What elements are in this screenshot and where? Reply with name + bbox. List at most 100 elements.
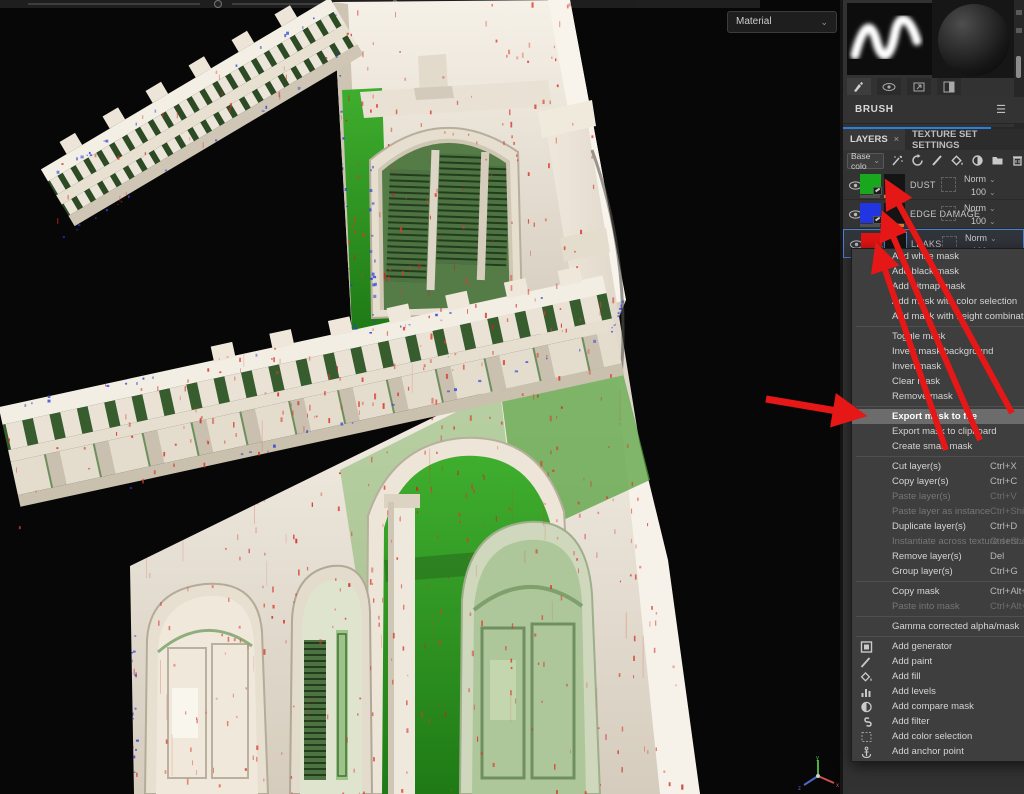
layer-row-dust[interactable]: DUST Norm ⌄ 100 ⌄ <box>843 171 1024 200</box>
menu-item-export-mask-to-file[interactable]: Export mask to file <box>852 409 1024 424</box>
material-mode-dropdown[interactable]: Material ⌄ <box>727 11 837 33</box>
material-preview[interactable] <box>932 0 1016 78</box>
dock-mark <box>1016 28 1022 33</box>
channel-filter-dropdown[interactable]: Base colo ⌄ <box>847 150 884 171</box>
menu-item-paste-layer-s: Paste layer(s) Ctrl+V <box>852 489 1024 504</box>
brush-section-title: BRUSH <box>855 104 894 115</box>
menu-item-export-mask-to-clipboard[interactable]: Export mask to clipboard <box>852 424 1024 439</box>
menu-item-shortcut: Del <box>990 551 1005 562</box>
menu-item-add-fill[interactable]: Add fill <box>852 669 1024 684</box>
menu-item-add-generator[interactable]: Add generator <box>852 639 1024 654</box>
menu-item-remove-mask[interactable]: Remove mask <box>852 389 1024 404</box>
menu-item-label: Add generator <box>892 641 953 652</box>
menu-item-create-smart-mask[interactable]: Create smart mask <box>852 439 1024 454</box>
chevron-down-icon: ⌄ <box>873 156 880 165</box>
material-sphere <box>938 4 1010 76</box>
menu-item-gamma-corrected-alpha-mask[interactable]: Gamma corrected alpha/mask <box>852 619 1024 634</box>
channel-bar <box>860 224 880 227</box>
menu-item-label: Export mask to clipboard <box>892 426 997 437</box>
add-fill-layer-icon[interactable] <box>951 154 964 167</box>
menu-item-copy-mask[interactable]: Copy mask Ctrl+Alt+C <box>852 584 1024 599</box>
layer-color-thumbnail[interactable] <box>860 203 882 224</box>
menu-item-paste-layer-as-instance: Paste layer as instanceCtrl+Shift+V <box>852 504 1024 519</box>
menu-item-duplicate-layer-s[interactable]: Duplicate layer(s) Ctrl+D <box>852 519 1024 534</box>
menu-item-add-filter[interactable]: Add filter <box>852 714 1024 729</box>
color-selection-icon <box>861 731 872 742</box>
viewport-3d[interactable]: Material ⌄ x y z <box>0 0 843 794</box>
facade-render <box>0 0 760 794</box>
navigation-gizmo[interactable]: x y z <box>796 756 842 792</box>
tab-layers[interactable]: LAYERS × <box>843 129 907 150</box>
layer-mask-thumbnail[interactable] <box>884 203 905 223</box>
menu-item-label: Remove layer(s) <box>892 551 962 562</box>
menu-item-remove-layer-s[interactable]: Remove layer(s) Del <box>852 549 1024 564</box>
tab-texture-set-settings[interactable]: TEXTURE SET SETTINGS <box>905 129 1024 151</box>
menu-item-clear-mask[interactable]: Clear mask <box>852 374 1024 389</box>
layer-color-thumbnail[interactable] <box>860 174 882 195</box>
fill-badge-icon <box>873 216 882 224</box>
menu-item-label: Gamma corrected alpha/mask <box>892 621 1020 632</box>
layer-mask-thumbnail[interactable] <box>884 174 905 194</box>
menu-item-shortcut: Ctrl+D <box>990 521 1018 532</box>
menu-item-add-color-selection[interactable]: Add color selection <box>852 729 1024 744</box>
cornice-top <box>40 0 364 227</box>
menu-item-add-paint[interactable]: Add paint <box>852 654 1024 669</box>
menu-item-add-bitmap-mask[interactable]: Add bitmap mask <box>852 279 1024 294</box>
add-smart-mask-icon[interactable] <box>971 154 984 167</box>
brush-section-header[interactable]: BRUSH ☰ <box>843 97 1024 124</box>
menu-item-add-black-mask[interactable]: Add black mask <box>852 264 1024 279</box>
paint-icon <box>860 656 871 668</box>
menu-item-toggle-mask[interactable]: Toggle mask <box>852 329 1024 344</box>
menu-item-label: Paste layer(s) <box>892 491 951 502</box>
menu-item-shortcut: Ctrl+Shift+I <box>990 536 1024 547</box>
menu-item-add-white-mask[interactable]: Add white mask <box>852 249 1024 264</box>
scrollbar-handle[interactable] <box>1016 56 1021 78</box>
add-effect-icon[interactable] <box>891 154 904 167</box>
menu-item-shortcut: Ctrl+X <box>990 461 1017 472</box>
tab-stencil[interactable] <box>907 78 931 95</box>
menu-item-label: Add anchor point <box>892 746 964 757</box>
section-menu-icon[interactable]: ☰ <box>996 103 1006 116</box>
menu-item-add-anchor-point[interactable]: Add anchor point <box>852 744 1024 759</box>
menu-item-label: Paste into mask <box>892 601 960 612</box>
fill-badge-icon <box>873 187 882 195</box>
tab-alpha[interactable] <box>877 78 901 95</box>
close-icon[interactable]: × <box>894 134 900 145</box>
menu-item-shortcut: Ctrl+Shift+V <box>990 506 1024 517</box>
menu-item-label: Invert mask <box>892 361 942 372</box>
blend-mode-dropdown[interactable]: Norm ⌄ <box>964 203 996 213</box>
menu-item-shortcut: Ctrl+Alt+V <box>990 601 1024 612</box>
menu-item-label: Add mask with height combination <box>892 311 1024 322</box>
blend-mode-dropdown[interactable]: Norm ⌄ <box>965 233 997 243</box>
menu-item-shortcut: Ctrl+V <box>990 491 1017 502</box>
anchor-icon <box>861 746 872 758</box>
gizmo-y-label: y <box>816 756 819 762</box>
menu-item-group-layer-s[interactable]: Group layer(s) Ctrl+G <box>852 564 1024 579</box>
layer-row-edge-damage[interactable]: EDGE DAMAGE Norm ⌄ 100 ⌄ <box>843 200 1024 229</box>
layer-list: DUST Norm ⌄ 100 ⌄ EDGE DAMAGE Norm ⌄ 100 ⌄ LEAKS No… <box>843 171 1024 258</box>
menu-item-invert-mask-background[interactable]: Invert mask background <box>852 344 1024 359</box>
menu-item-label: Copy mask <box>892 586 940 597</box>
add-paint-layer-icon[interactable] <box>931 154 944 167</box>
channel-filter-label: Base colo <box>851 150 871 171</box>
tab-brush[interactable] <box>847 78 871 95</box>
brush-stroke-preview[interactable] <box>847 3 932 75</box>
menu-item-label: Add white mask <box>892 251 960 262</box>
menu-item-add-mask-with-color-selection[interactable]: Add mask with color selection <box>852 294 1024 309</box>
delete-layer-icon[interactable] <box>1011 154 1024 167</box>
add-folder-icon[interactable] <box>991 154 1004 167</box>
menu-item-label: Duplicate layer(s) <box>892 521 966 532</box>
opacity-dropdown[interactable]: 100⌄ <box>971 216 996 226</box>
layer-context-menu: Add white mask Add black mask Add bitmap m… <box>851 248 1024 762</box>
tab-material[interactable] <box>937 78 961 95</box>
chevron-down-icon: ⌄ <box>820 17 828 27</box>
menu-item-copy-layer-s[interactable]: Copy layer(s) Ctrl+C <box>852 474 1024 489</box>
menu-item-add-mask-with-height-combination[interactable]: Add mask with height combination <box>852 309 1024 324</box>
opacity-dropdown[interactable]: 100⌄ <box>971 187 996 197</box>
add-smart-material-icon[interactable] <box>911 154 924 167</box>
menu-item-add-levels[interactable]: Add levels <box>852 684 1024 699</box>
menu-item-cut-layer-s[interactable]: Cut layer(s) Ctrl+X <box>852 459 1024 474</box>
menu-item-add-compare-mask[interactable]: Add compare mask <box>852 699 1024 714</box>
blend-mode-dropdown[interactable]: Norm ⌄ <box>964 174 996 184</box>
menu-item-invert-mask[interactable]: Invert mask <box>852 359 1024 374</box>
